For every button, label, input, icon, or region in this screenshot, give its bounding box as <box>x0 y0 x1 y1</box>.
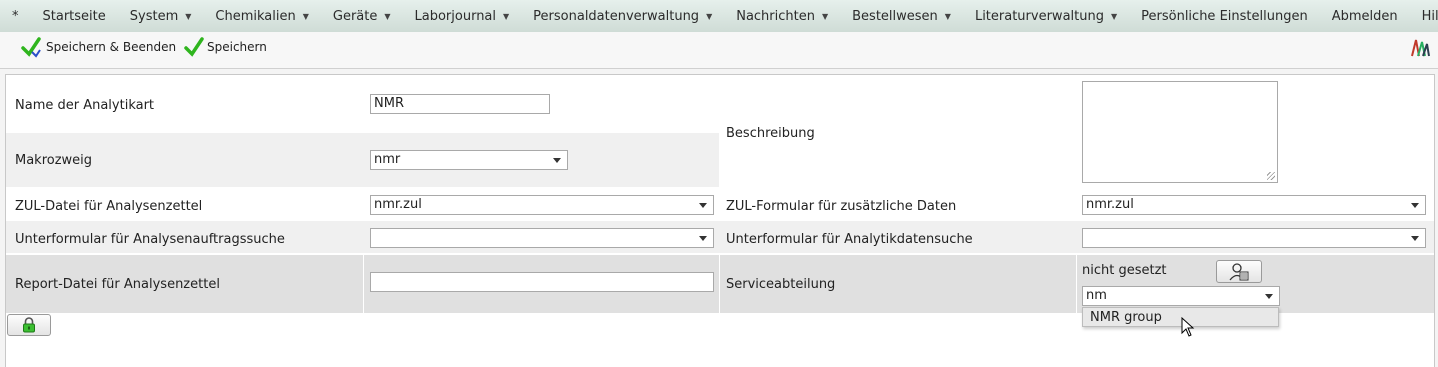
save-button[interactable]: Speichern <box>183 36 267 58</box>
lock-button[interactable] <box>7 314 51 336</box>
menu-item-label: Nachrichten <box>736 8 815 24</box>
app-logo-icon <box>1411 39 1430 57</box>
menu-item[interactable]: Startseite <box>31 0 118 32</box>
chevron-down-icon: ▼ <box>706 11 713 21</box>
service-select[interactable]: nm <box>1082 286 1280 306</box>
save-close-button[interactable]: Speichern & Beenden <box>20 36 176 58</box>
name-input[interactable]: NMR <box>370 94 550 114</box>
unterformular-auftrag-label: Unterformular für Analysenauftragssuche <box>15 232 285 247</box>
menu-item[interactable]: * <box>0 0 31 32</box>
report-input[interactable] <box>370 272 714 292</box>
menu-item-label: Abmelden <box>1331 8 1398 24</box>
chevron-down-icon: ▼ <box>821 11 829 21</box>
divider <box>363 255 364 313</box>
chevron-down-icon: ▼ <box>384 11 391 21</box>
service-option-label: NMR group <box>1090 310 1162 325</box>
check-icon <box>184 37 204 57</box>
menu-item-label: Startseite <box>42 8 106 24</box>
chevron-down-icon: ▼ <box>1110 11 1118 21</box>
divider <box>1076 255 1077 313</box>
menu-item[interactable]: Nachrichten ▼ <box>724 0 840 32</box>
menu-item-label: * <box>12 8 19 24</box>
check-icon <box>21 37 41 58</box>
select-person-button[interactable] <box>1216 260 1262 283</box>
save-label: Speichern <box>207 40 267 54</box>
service-select-value: nm <box>1086 288 1107 303</box>
menu-item[interactable]: Hilfe <box>1410 0 1438 32</box>
menu-item[interactable]: System ▼ <box>118 0 204 32</box>
unterformular-daten-label: Unterformular für Analytikdatensuche <box>726 232 973 247</box>
menu-item[interactable]: Geräte ▼ <box>321 0 403 32</box>
menu-item[interactable]: Chemikalien ▼ <box>203 0 320 32</box>
chevron-down-icon: ▼ <box>302 11 309 21</box>
menu-item-label: Literaturverwaltung <box>974 8 1104 24</box>
menu-item[interactable]: Bestellwesen ▼ <box>840 0 963 32</box>
menu-item-label: Hilfe <box>1421 8 1438 24</box>
resize-grip-icon[interactable] <box>1267 172 1275 180</box>
beschreibung-textarea[interactable] <box>1082 81 1278 183</box>
zul-value: nmr.zul <box>374 197 422 212</box>
zul-select[interactable]: nmr.zul <box>370 195 714 215</box>
person-list-icon <box>1229 262 1249 280</box>
chevron-down-icon <box>1265 294 1273 299</box>
service-status: nicht gesetzt <box>1082 263 1167 278</box>
menu-item-label: Personaldatenverwaltung <box>533 8 700 24</box>
main-menubar: * Startseite System ▼ Chemikalien ▼ Geräte ▼ Lab… <box>0 0 1438 33</box>
zul-label: ZUL-Datei für Analysenzettel <box>15 199 203 214</box>
menu-item[interactable]: Persönliche Einstellungen <box>1129 0 1320 32</box>
makrozweig-select[interactable]: nmr <box>370 150 568 170</box>
beschreibung-label: Beschreibung <box>726 126 815 141</box>
chevron-down-icon <box>699 203 707 208</box>
report-label: Report-Datei für Analysenzettel <box>15 277 220 292</box>
divider <box>719 255 720 313</box>
menu-item-label: System <box>129 8 179 24</box>
menu-item-label: Laborjournal <box>414 8 497 24</box>
menu-item[interactable]: Abmelden <box>1320 0 1410 32</box>
service-label: Serviceabteilung <box>726 277 836 292</box>
zul-formular-select[interactable]: nmr.zul <box>1082 195 1426 215</box>
unterformular-daten-select[interactable] <box>1082 228 1426 248</box>
lock-icon <box>23 317 35 333</box>
save-close-label: Speichern & Beenden <box>46 40 177 54</box>
chevron-down-icon: ▼ <box>185 11 192 21</box>
menu-item[interactable]: Literaturverwaltung ▼ <box>963 0 1129 32</box>
menu-item-label: Persönliche Einstellungen <box>1141 8 1308 24</box>
chevron-down-icon: ▼ <box>503 11 510 21</box>
menu-item[interactable]: Laborjournal ▼ <box>403 0 522 32</box>
makrozweig-value: nmr <box>374 152 401 167</box>
makrozweig-label: Makrozweig <box>15 153 93 168</box>
menu-item[interactable]: Personaldatenverwaltung ▼ <box>521 0 724 32</box>
zul-formular-value: nmr.zul <box>1086 197 1134 212</box>
name-label: Name der Analytikart <box>15 98 155 113</box>
unterformular-auftrag-select[interactable] <box>370 228 714 248</box>
zul-formular-label: ZUL-Formular für zusätzliche Daten <box>726 199 957 214</box>
menu-item-label: Bestellwesen <box>852 8 938 24</box>
chevron-down-icon: ▼ <box>944 11 951 21</box>
toolbar: Speichern & Beenden Speichern <box>0 32 1438 69</box>
menu-item-label: Geräte <box>332 8 378 24</box>
chevron-down-icon <box>699 236 707 241</box>
chevron-down-icon <box>1411 203 1419 208</box>
mouse-cursor-icon <box>1181 317 1195 337</box>
menu-item-label: Chemikalien <box>215 8 296 24</box>
chevron-down-icon <box>553 158 561 163</box>
chevron-down-icon <box>1411 236 1419 241</box>
